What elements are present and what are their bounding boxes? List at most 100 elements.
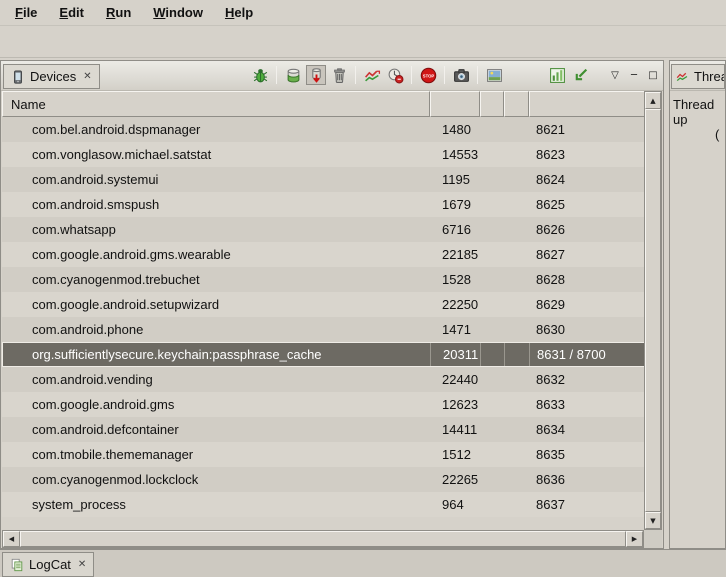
toolbar-separator: [355, 66, 356, 84]
column-header-blank-2[interactable]: [504, 91, 529, 117]
dump-hprof-icon[interactable]: [306, 65, 326, 85]
device-phone-icon: [11, 70, 25, 84]
column-header-name-label: Name: [11, 97, 46, 112]
table-row[interactable]: com.android.phone 1471 8630: [2, 317, 646, 342]
process-pid: 1195: [430, 172, 480, 187]
toolbar-separator: [477, 66, 478, 84]
scroll-left-button[interactable]: ◀: [3, 531, 20, 547]
column-header-port[interactable]: [529, 91, 646, 117]
stop-process-icon[interactable]: STOP: [418, 65, 438, 85]
process-name: com.android.smspush: [2, 197, 430, 212]
update-threads-icon[interactable]: [362, 65, 382, 85]
scroll-down-button[interactable]: ▼: [645, 512, 661, 529]
table-row[interactable]: com.cyanogenmod.lockclock 22265 8636: [2, 467, 646, 492]
process-pid: 1471: [430, 322, 480, 337]
threads-icon: [676, 70, 689, 83]
maximize-icon[interactable]: □: [645, 66, 661, 84]
debug-port: 8628: [529, 272, 646, 287]
table-row[interactable]: system_process 964 8637: [2, 492, 646, 517]
menu-window[interactable]: Window: [142, 2, 214, 23]
debug-port: 8635: [529, 447, 646, 462]
debug-port: 8621: [529, 122, 646, 137]
table-row[interactable]: com.android.smspush 1679 8625: [2, 192, 646, 217]
table-header: Name: [2, 91, 646, 117]
vertical-scrollbar[interactable]: ▲ ▼: [644, 91, 662, 530]
table-row[interactable]: com.android.systemui 1195 8624: [2, 167, 646, 192]
threads-view: Threads ✕ Thread up (: [669, 60, 726, 549]
menu-file[interactable]: File: [4, 2, 48, 23]
tab-devices[interactable]: Devices ✕: [3, 64, 100, 89]
process-name: com.bel.android.dspmanager: [2, 122, 430, 137]
process-name: com.android.defcontainer: [2, 422, 430, 437]
process-pid: 22185: [430, 247, 480, 262]
screen-capture-icon[interactable]: [451, 65, 471, 85]
view-capture-icon[interactable]: [484, 65, 504, 85]
scroll-right-button[interactable]: ▶: [626, 531, 643, 547]
table-row[interactable]: com.google.android.setupwizard 22250 862…: [2, 292, 646, 317]
threads-message-line1: Thread up: [673, 97, 725, 127]
table-row[interactable]: org.sufficientlysecure.keychain:passphra…: [2, 342, 646, 367]
debug-port: 8632: [529, 372, 646, 387]
close-icon[interactable]: ✕: [78, 559, 86, 570]
process-pid: 14553: [430, 147, 480, 162]
process-name: com.tmobile.thememanager: [2, 447, 430, 462]
horizontal-scrollbar[interactable]: ◀ ▶: [2, 530, 644, 548]
column-header-name[interactable]: Name: [2, 91, 430, 117]
debug-port: 8629: [529, 297, 646, 312]
threads-message: Thread up (: [670, 91, 725, 142]
menu-run[interactable]: Run: [95, 2, 142, 23]
process-name: system_process: [2, 497, 430, 512]
blank-cell-1: [480, 342, 504, 367]
scrollbar-corner: [644, 530, 662, 548]
table-row[interactable]: com.tmobile.thememanager 1512 8635: [2, 442, 646, 467]
table-row[interactable]: com.google.android.gms.wearable 22185 86…: [2, 242, 646, 267]
tab-threads[interactable]: Threads ✕: [671, 64, 725, 89]
view-menu-icon[interactable]: ▽: [607, 66, 623, 84]
table-row[interactable]: com.cyanogenmod.trebuchet 1528 8628: [2, 267, 646, 292]
table-row[interactable]: com.android.vending 22440 8632: [2, 367, 646, 392]
toolbar-separator: [411, 66, 412, 84]
table-row[interactable]: com.vonglasow.michael.satstat 14553 8623: [2, 142, 646, 167]
table-row[interactable]: com.whatsapp 6716 8626: [2, 217, 646, 242]
method-profiling-icon[interactable]: [385, 65, 405, 85]
process-name: com.google.android.gms: [2, 397, 430, 412]
update-heap-icon[interactable]: [283, 65, 303, 85]
menu-edit[interactable]: Edit: [48, 2, 95, 23]
sysinfo-chart-icon[interactable]: [547, 65, 567, 85]
process-pid: 1480: [430, 122, 480, 137]
process-name: com.google.android.setupwizard: [2, 297, 430, 312]
threads-tabbar: Threads ✕: [670, 61, 725, 91]
menu-help[interactable]: Help: [214, 2, 264, 23]
debug-port: 8630: [529, 322, 646, 337]
debug-port: 8623: [529, 147, 646, 162]
process-name: com.whatsapp: [2, 222, 430, 237]
svg-text:STOP: STOP: [422, 73, 434, 78]
debug-icon[interactable]: [250, 65, 270, 85]
process-name: org.sufficientlysecure.keychain:passphra…: [2, 347, 430, 362]
table-row[interactable]: com.android.defcontainer 14411 8634: [2, 417, 646, 442]
table-row[interactable]: com.google.android.gms 12623 8633: [2, 392, 646, 417]
debug-port: 8637: [529, 497, 646, 512]
scroll-up-button[interactable]: ▲: [645, 92, 661, 109]
tab-threads-label: Threads: [694, 69, 725, 84]
logcat-icon: [10, 558, 24, 572]
column-header-blank-1[interactable]: [480, 91, 504, 117]
close-icon[interactable]: ✕: [83, 71, 91, 82]
process-pid: 12623: [430, 397, 480, 412]
debug-port: 8624: [529, 172, 646, 187]
debug-port: 8625: [529, 197, 646, 212]
tab-logcat[interactable]: LogCat ✕: [2, 552, 94, 577]
process-name: com.android.phone: [2, 322, 430, 337]
sysinfo-capture-icon[interactable]: [570, 65, 590, 85]
process-pid: 22440: [430, 372, 480, 387]
column-header-pid[interactable]: [430, 91, 480, 117]
minimize-icon[interactable]: ─: [626, 66, 642, 84]
process-pid: 22250: [430, 297, 480, 312]
table-row[interactable]: com.bel.android.dspmanager 1480 8621: [2, 117, 646, 142]
horizontal-scrollbar-thumb[interactable]: [20, 531, 626, 547]
vertical-scrollbar-thumb[interactable]: [645, 109, 661, 512]
process-pid: 20311: [430, 342, 480, 367]
devices-toolbar: STOP ▽ ─ □: [250, 65, 661, 85]
cause-gc-icon[interactable]: [329, 65, 349, 85]
toolbar-separator: [276, 66, 277, 84]
